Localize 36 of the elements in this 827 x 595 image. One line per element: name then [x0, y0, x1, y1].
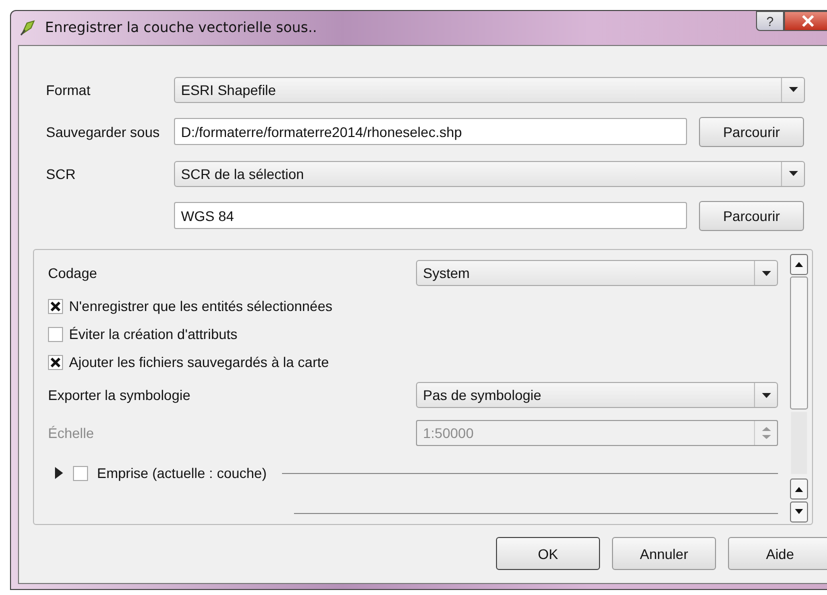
- dropdown[interactable]: Pas de symbologie: [416, 382, 778, 408]
- input-field[interactable]: WGS 84: [174, 202, 687, 229]
- browse-button[interactable]: Parcourir: [699, 200, 804, 230]
- help-button[interactable]: ?: [756, 11, 784, 31]
- option-label: Exporter la symbologie: [48, 387, 190, 403]
- checkbox[interactable]: [48, 298, 63, 314]
- dropdown-arrow-icon: [788, 87, 798, 92]
- dropdown-arrow-icon: [762, 270, 770, 276]
- app-icon: [19, 19, 37, 37]
- input-field[interactable]: D:/formaterre/formaterre2014/rhoneselec.shp: [174, 118, 687, 145]
- dropdown-arrow-icon: [762, 392, 770, 398]
- browse-button[interactable]: Parcourir: [699, 116, 804, 146]
- window-title: Enregistrer la couche vectorielle sous..: [45, 20, 317, 36]
- dropdown-arrow-icon: [788, 171, 798, 176]
- dropdown[interactable]: ESRI Shapefile: [174, 76, 805, 102]
- field-label: SCR: [46, 166, 76, 182]
- field-label: Sauvegarder sous: [46, 124, 160, 140]
- option-label: Codage: [48, 265, 98, 281]
- dialog-button[interactable]: Aide: [728, 537, 827, 570]
- checkbox[interactable]: [48, 354, 63, 370]
- dialog-button[interactable]: Annuler: [612, 537, 716, 570]
- spin-arrows-icon: [762, 426, 770, 440]
- checkbox-label: Ajouter les fichiers sauvegardés à la carte: [69, 354, 329, 370]
- checkbox-label: N'enregistrer que les entités sélectionnées: [69, 298, 332, 314]
- collapsed-arrow-icon[interactable]: [54, 467, 64, 479]
- dropdown[interactable]: System: [416, 260, 778, 286]
- field-label: Format: [46, 82, 90, 98]
- checkbox-label: Éviter la création d'attributs: [69, 326, 238, 342]
- dialog-button[interactable]: OK: [496, 537, 600, 570]
- checkbox[interactable]: [73, 466, 88, 480]
- group-title: Emprise (actuelle : couche): [97, 465, 267, 481]
- checkbox[interactable]: [48, 326, 63, 342]
- close-icon: [801, 15, 815, 27]
- close-button[interactable]: [784, 11, 827, 31]
- dropdown[interactable]: SCR de la sélection: [174, 160, 805, 186]
- option-label: Échelle: [48, 425, 94, 441]
